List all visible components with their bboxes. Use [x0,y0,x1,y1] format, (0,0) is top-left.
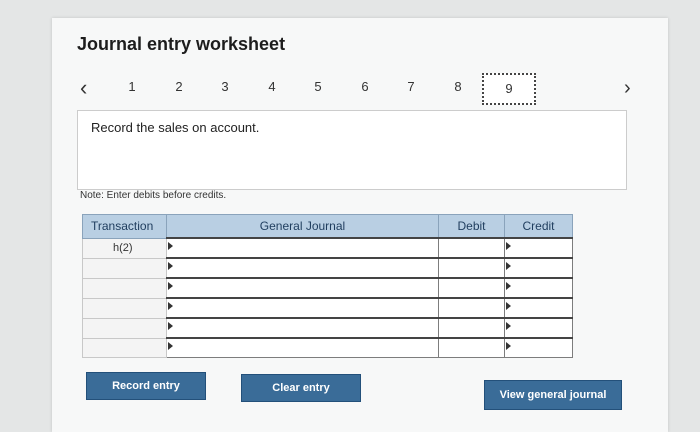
transaction-cell [82,297,167,319]
page-3[interactable]: 3 [215,79,235,94]
page-6[interactable]: 6 [355,79,375,94]
page-8[interactable]: 8 [448,79,468,94]
account-input[interactable] [166,337,439,358]
debit-input[interactable] [438,317,505,339]
page-7[interactable]: 7 [401,79,421,94]
clear-entry-button[interactable]: Clear entry [241,374,361,402]
note-text: Note: Enter debits before credits. [80,190,227,201]
journal-table: Transaction General Journal Debit Credit… [82,214,573,358]
credit-input[interactable] [504,297,573,319]
debit-input[interactable] [438,257,505,279]
debit-input[interactable] [438,277,505,299]
page-navigator: ‹ 1 2 3 4 5 6 7 8 9 › [77,73,647,107]
page-2[interactable]: 2 [169,79,189,94]
header-transaction: Transaction [82,214,167,239]
table-row [82,317,573,339]
table-row [82,277,573,299]
header-credit: Credit [504,214,573,239]
account-input[interactable] [166,257,439,279]
credit-input[interactable] [504,257,573,279]
credit-input[interactable] [504,277,573,299]
transaction-cell [82,337,167,358]
table-row [82,257,573,279]
credit-input[interactable] [504,317,573,339]
page-4[interactable]: 4 [262,79,282,94]
table-row [82,297,573,319]
debit-input[interactable] [438,237,505,259]
worksheet-panel: Journal entry worksheet ‹ 1 2 3 4 5 6 7 … [52,18,668,432]
debit-input[interactable] [438,337,505,358]
account-input[interactable] [166,297,439,319]
transaction-cell [82,277,167,299]
transaction-cell [82,317,167,339]
table-row [82,337,573,358]
record-entry-button[interactable]: Record entry [86,372,206,400]
header-general-journal: General Journal [166,214,439,239]
account-input[interactable] [166,317,439,339]
account-input[interactable] [166,237,439,259]
chevron-left-icon[interactable]: ‹ [80,75,87,101]
header-debit: Debit [438,214,505,239]
page-title: Journal entry worksheet [77,34,286,54]
transaction-cell: h(2) [82,237,167,259]
credit-input[interactable] [504,237,573,259]
page-1[interactable]: 1 [122,79,142,94]
transaction-cell [82,257,167,279]
table-row: h(2) [82,237,573,259]
debit-input[interactable] [438,297,505,319]
page-5[interactable]: 5 [308,79,328,94]
instruction-box: Record the sales on account. [77,110,627,190]
view-general-journal-button[interactable]: View general journal [484,380,622,410]
page-9-current[interactable]: 9 [482,73,536,105]
account-input[interactable] [166,277,439,299]
chevron-right-icon[interactable]: › [624,77,631,100]
credit-input[interactable] [504,337,573,358]
instruction-text: Record the sales on account. [91,120,260,135]
